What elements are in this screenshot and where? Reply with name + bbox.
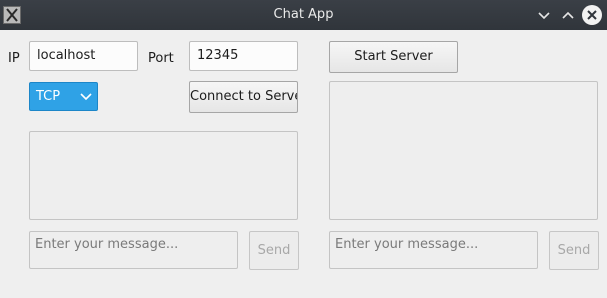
minimize-button[interactable] (534, 5, 554, 25)
close-icon (587, 10, 597, 20)
close-button[interactable] (582, 5, 602, 25)
chevron-down-icon (80, 93, 92, 101)
server-message-input[interactable]: Enter your message... (329, 231, 538, 269)
chevron-down-icon (538, 12, 550, 20)
client-send-button[interactable]: Send (249, 231, 299, 270)
protocol-select[interactable]: TCP (29, 82, 98, 111)
title-bar: Chat App (0, 0, 607, 30)
chevron-up-icon (562, 11, 574, 19)
connect-to-server-button[interactable]: Connect to Server (189, 81, 298, 113)
server-chat-log[interactable] (329, 81, 598, 220)
ip-field[interactable]: localhost (29, 41, 138, 71)
port-field[interactable]: 12345 (189, 41, 298, 71)
start-server-button[interactable]: Start Server (329, 41, 458, 73)
window-title: Chat App (273, 7, 334, 22)
maximize-button[interactable] (558, 5, 578, 25)
port-label: Port (148, 51, 174, 66)
client-message-input[interactable]: Enter your message... (29, 231, 238, 269)
server-send-button[interactable]: Send (549, 231, 599, 270)
chat-app-window: Chat App IP localhost Port 12345 TCP Con… (0, 0, 607, 298)
protocol-value: TCP (36, 89, 61, 104)
client-chat-log[interactable] (29, 131, 298, 220)
ip-label: IP (8, 51, 20, 66)
